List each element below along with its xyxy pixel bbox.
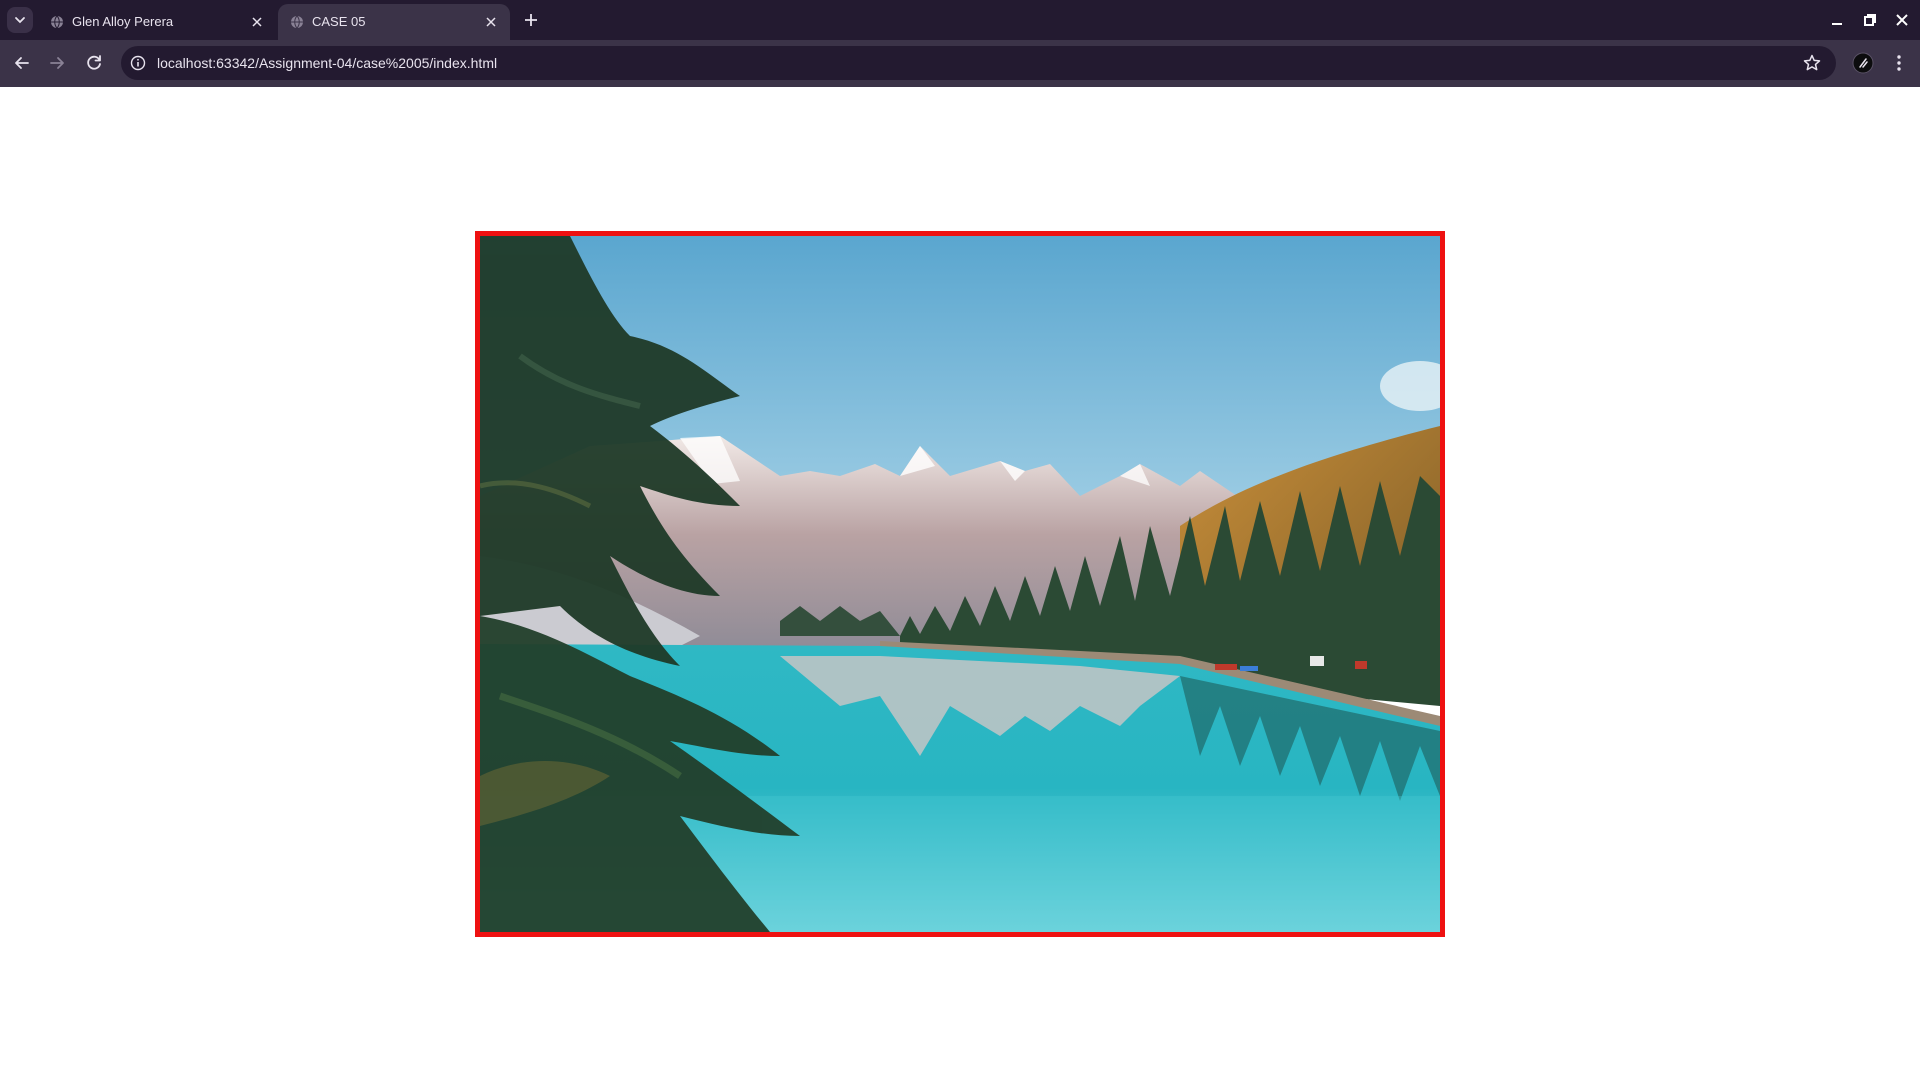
page-viewport xyxy=(0,87,1920,1080)
new-tab-plus-icon[interactable] xyxy=(520,9,542,31)
browser-chrome: Glen Alloy Perera CASE 05 localhost:6334… xyxy=(0,0,1920,87)
url-text[interactable]: localhost:63342/Assignment-04/case%2005/… xyxy=(157,55,497,71)
forward-arrow-icon[interactable] xyxy=(46,52,68,74)
tab-strip: Glen Alloy Perera CASE 05 xyxy=(0,0,1920,40)
landscape-image xyxy=(475,231,1445,937)
tab-glen-alloy-perera[interactable]: Glen Alloy Perera xyxy=(38,4,276,40)
reload-icon[interactable] xyxy=(83,52,105,74)
kebab-menu-icon[interactable] xyxy=(1888,52,1910,74)
site-info-icon[interactable] xyxy=(130,55,146,71)
browser-toolbar: localhost:63342/Assignment-04/case%2005/… xyxy=(0,40,1920,87)
minimize-icon[interactable] xyxy=(1829,12,1845,28)
tab-title: CASE 05 xyxy=(312,14,366,29)
extension-icon[interactable] xyxy=(1852,52,1874,74)
address-bar[interactable]: localhost:63342/Assignment-04/case%2005/… xyxy=(121,46,1836,80)
restore-icon[interactable] xyxy=(1862,12,1878,28)
close-icon[interactable] xyxy=(250,15,264,29)
bookmark-star-icon[interactable] xyxy=(1802,53,1822,73)
tab-case-05[interactable]: CASE 05 xyxy=(278,4,510,40)
tab-search-button[interactable] xyxy=(7,7,33,33)
lake-mountain-photo xyxy=(480,236,1440,932)
close-icon[interactable] xyxy=(484,15,498,29)
tab-title: Glen Alloy Perera xyxy=(72,14,174,29)
back-arrow-icon[interactable] xyxy=(11,52,33,74)
chevron-down-icon xyxy=(15,17,25,24)
globe-icon xyxy=(51,15,63,29)
globe-icon xyxy=(291,15,303,29)
close-window-icon[interactable] xyxy=(1894,12,1910,28)
